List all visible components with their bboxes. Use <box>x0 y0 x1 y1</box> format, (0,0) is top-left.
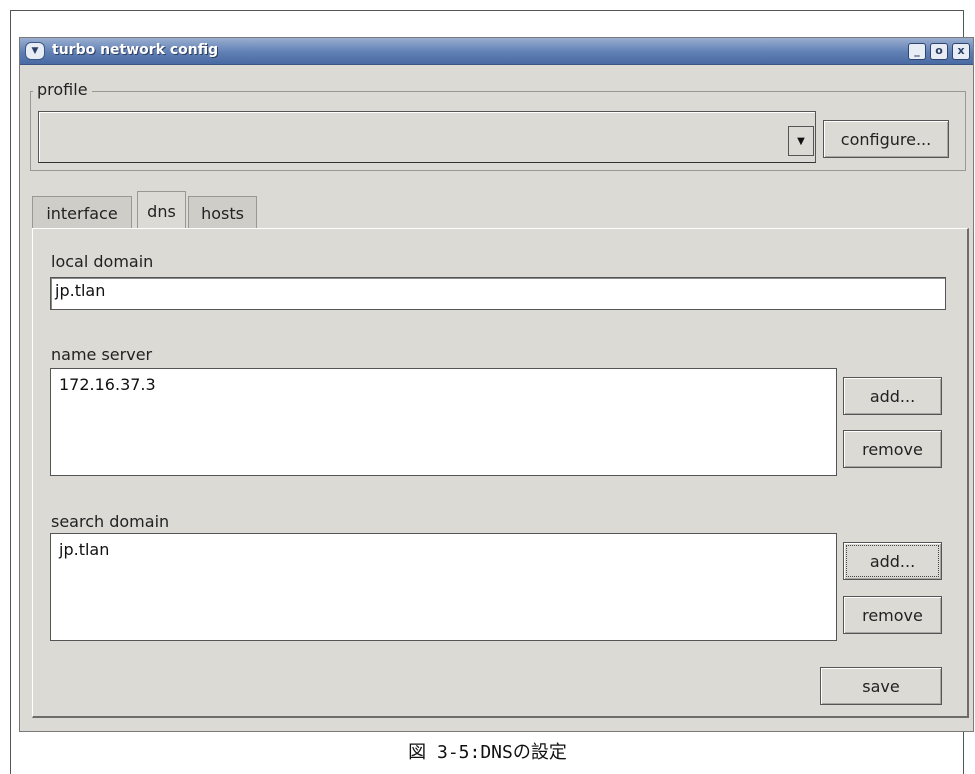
profile-legend: profile <box>33 80 92 99</box>
profile-combo[interactable] <box>38 111 816 163</box>
configure-button[interactable]: configure... <box>823 120 949 158</box>
search-domain-add-button[interactable]: add... <box>843 542 942 580</box>
search-domain-label: search domain <box>51 512 170 531</box>
window-title: turbo network config <box>52 42 219 58</box>
save-button[interactable]: save <box>820 667 942 705</box>
figure-caption: 図 3-5:DNSの設定 <box>408 742 567 763</box>
title-bar[interactable]: ▼ turbo network config _ o x <box>20 38 973 65</box>
tab-interface[interactable]: interface <box>32 196 132 230</box>
tab-hosts[interactable]: hosts <box>188 196 257 230</box>
name-server-list[interactable]: 172.16.37.3 <box>50 368 837 476</box>
window-menu-chevron-down-icon[interactable]: ▼ <box>25 42 45 60</box>
maximize-icon[interactable]: o <box>930 43 948 60</box>
search-domain-remove-button[interactable]: remove <box>843 596 942 634</box>
close-icon[interactable]: x <box>952 43 970 60</box>
name-server-add-button[interactable]: add... <box>843 377 942 415</box>
profile-dropdown-chevron-down-icon[interactable]: ▼ <box>788 126 814 156</box>
search-domain-list[interactable]: jp.tlan <box>50 533 837 641</box>
list-item[interactable]: jp.tlan <box>59 540 828 559</box>
local-domain-label: local domain <box>51 252 154 271</box>
name-server-remove-button[interactable]: remove <box>843 430 942 468</box>
list-item[interactable]: 172.16.37.3 <box>59 375 828 394</box>
tab-dns[interactable]: dns <box>137 191 186 230</box>
name-server-label: name server <box>51 345 153 364</box>
minimize-icon[interactable]: _ <box>908 43 926 60</box>
local-domain-field[interactable]: jp.tlan <box>50 277 946 310</box>
